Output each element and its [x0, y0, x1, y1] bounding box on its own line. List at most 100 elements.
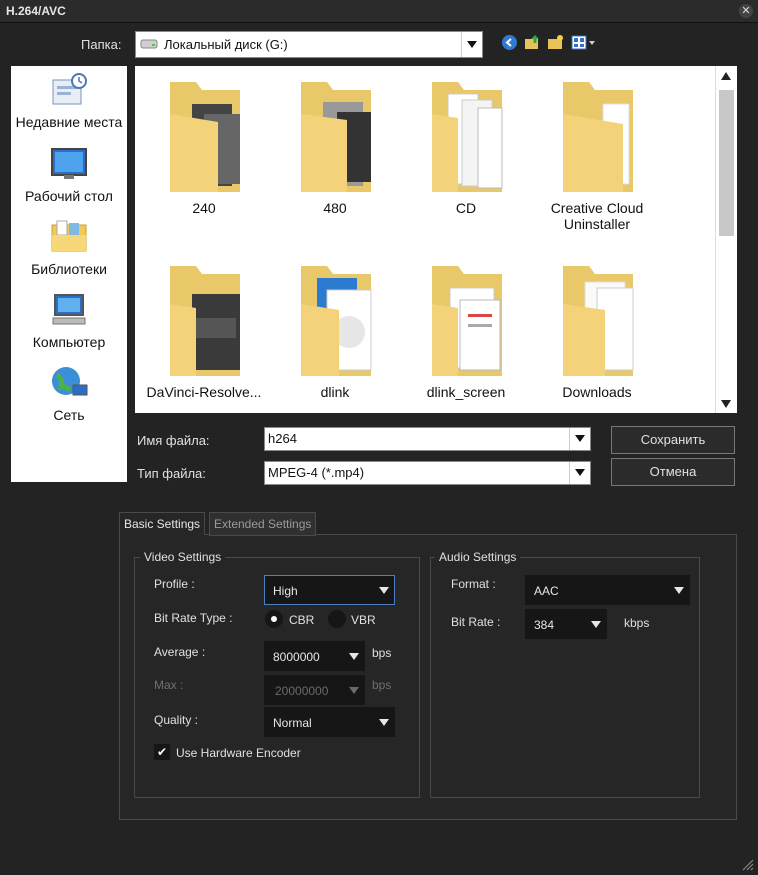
network-icon: [49, 365, 89, 401]
file-type-select[interactable]: MPEG-4 (*.mp4): [264, 461, 591, 485]
resize-grip-icon[interactable]: [740, 857, 754, 871]
audio-settings-title: Audio Settings: [435, 550, 521, 564]
computer-icon: [49, 292, 89, 328]
folder-icon: [287, 74, 383, 192]
scroll-down-icon[interactable]: [721, 400, 731, 408]
folder-item[interactable]: dlink: [270, 258, 400, 400]
folder-label: Папка:: [81, 37, 122, 52]
profile-select[interactable]: High: [264, 575, 395, 605]
format-value: AAC: [534, 584, 559, 598]
scroll-thumb[interactable]: [719, 90, 734, 236]
chevron-down-icon: [349, 687, 359, 694]
folder-icon: [287, 258, 383, 376]
folder-item[interactable]: CD: [401, 74, 531, 216]
window-title: H.264/AVC: [6, 4, 66, 18]
average-unit: bps: [372, 646, 392, 660]
chevron-down-icon: [674, 587, 684, 594]
chevron-down-icon: [379, 587, 389, 594]
folder-name: Creative Cloud Uninstaller: [532, 200, 662, 232]
cbr-label: CBR: [289, 613, 315, 627]
chevron-down-icon[interactable]: [569, 428, 590, 450]
bitrate-type-label: Bit Rate Type :: [154, 611, 233, 625]
file-name-input[interactable]: h264: [264, 427, 591, 451]
close-icon[interactable]: ✕: [739, 4, 753, 18]
vbr-radio[interactable]: [328, 610, 346, 628]
folder-combo-value: Локальный диск (G:): [164, 37, 288, 52]
chevron-down-icon: [591, 621, 601, 628]
quality-label: Quality :: [154, 713, 199, 727]
chevron-down-icon[interactable]: [461, 32, 482, 57]
audio-bitrate-value: 384: [534, 618, 555, 632]
folder-combo[interactable]: Локальный диск (G:): [135, 31, 483, 58]
place-label: Недавние места: [15, 114, 123, 130]
file-type-label: Тип файла:: [137, 466, 206, 481]
folder-name: dlink: [320, 384, 350, 400]
place-label: Библиотеки: [31, 261, 107, 277]
folder-icon: [549, 74, 645, 192]
folder-name-text: Creative Cloud Uninstaller: [550, 200, 644, 232]
place-recent[interactable]: Недавние места: [11, 72, 127, 130]
quality-value: Normal: [273, 716, 312, 730]
max-label: Max :: [154, 678, 184, 692]
place-libraries[interactable]: Библиотеки: [11, 219, 127, 277]
profile-label: Profile :: [154, 577, 195, 591]
folder-item[interactable]: 480: [270, 74, 400, 216]
place-label: Сеть: [53, 407, 85, 423]
folder-item[interactable]: DaVinci-Resolve...: [139, 258, 269, 400]
folder-name: DaVinci-Resolve...: [146, 384, 262, 400]
folder-item[interactable]: Downloads: [532, 258, 662, 400]
hardware-encoder-label: Use Hardware Encoder: [176, 746, 301, 760]
folder-name: dlink_screen: [426, 384, 506, 400]
audio-bitrate-label: Bit Rate :: [451, 615, 501, 629]
scroll-up-icon[interactable]: [721, 72, 731, 80]
file-name-label: Имя файла:: [137, 433, 210, 448]
audio-bitrate-select[interactable]: 384: [525, 609, 607, 639]
folder-name: 480: [323, 200, 347, 216]
place-label: Рабочий стол: [25, 188, 113, 204]
average-select[interactable]: 8000000: [264, 641, 365, 671]
format-select[interactable]: AAC: [525, 575, 690, 605]
hardware-encoder-checkbox[interactable]: ✔: [154, 744, 170, 760]
video-settings-title: Video Settings: [140, 550, 226, 564]
audio-bitrate-unit: kbps: [624, 616, 650, 630]
quality-select[interactable]: Normal: [264, 707, 395, 737]
folder-item[interactable]: 240: [139, 74, 269, 216]
cbr-radio[interactable]: [265, 610, 283, 628]
save-button[interactable]: Сохранить: [611, 426, 735, 454]
folder-name: Downloads: [562, 384, 632, 400]
place-computer[interactable]: Компьютер: [11, 292, 127, 350]
title-bar: [0, 0, 758, 23]
tab-basic-settings[interactable]: Basic Settings: [119, 512, 206, 535]
new-folder-icon[interactable]: [547, 34, 564, 51]
folder-item[interactable]: dlink_screen: [401, 258, 531, 400]
max-unit: bps: [372, 678, 392, 692]
folder-name: CD: [455, 200, 477, 216]
chevron-down-icon[interactable]: [569, 462, 590, 484]
folder-icon: [418, 258, 514, 376]
folder-icon: [418, 74, 514, 192]
desktop-icon: [49, 146, 89, 182]
folder-icon: [156, 258, 252, 376]
folder-name: 240: [192, 200, 216, 216]
up-folder-icon[interactable]: [524, 34, 541, 51]
max-value: 20000000: [275, 684, 329, 698]
place-network[interactable]: Сеть: [11, 365, 127, 423]
back-icon[interactable]: [501, 34, 518, 51]
recent-places-icon: [49, 72, 89, 108]
average-value: 8000000: [273, 650, 320, 664]
folder-icon: [549, 258, 645, 376]
folder-icon: [156, 74, 252, 192]
place-desktop[interactable]: Рабочий стол: [11, 146, 127, 204]
folder-item[interactable]: Creative Cloud Uninstaller: [532, 74, 662, 232]
format-label: Format :: [451, 577, 496, 591]
chevron-down-icon: [379, 719, 389, 726]
cancel-button[interactable]: Отмена: [611, 458, 735, 486]
vbr-label: VBR: [351, 613, 376, 627]
file-list[interactable]: 240 480 CD Creative Cloud Uninstaller Da…: [135, 66, 715, 413]
place-label: Компьютер: [32, 334, 106, 350]
tab-extended-settings[interactable]: Extended Settings: [209, 512, 317, 536]
file-list-scrollbar[interactable]: [715, 66, 737, 413]
view-menu-icon[interactable]: [571, 34, 597, 51]
max-select: 20000000: [264, 675, 365, 705]
file-type-value: MPEG-4 (*.mp4): [268, 465, 365, 480]
